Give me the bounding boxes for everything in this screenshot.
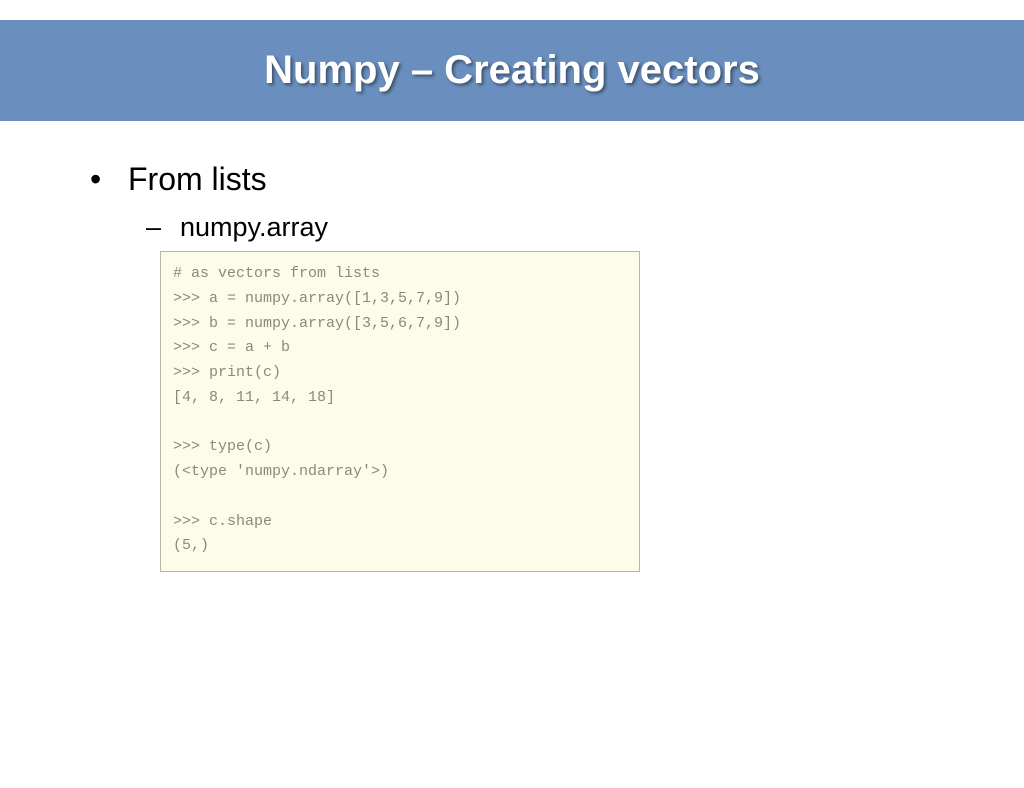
code-line: >>> b = numpy.array([3,5,6,7,9]) bbox=[173, 315, 461, 332]
code-line: >>> c.shape bbox=[173, 513, 272, 530]
code-block: # as vectors from lists >>> a = numpy.ar… bbox=[160, 251, 640, 572]
title-bar: Numpy – Creating vectors bbox=[0, 20, 1024, 121]
code-line: >>> print(c) bbox=[173, 364, 281, 381]
slide-title: Numpy – Creating vectors bbox=[0, 48, 1024, 93]
sub-bullet-text: numpy.array bbox=[180, 212, 328, 242]
code-line: >>> type(c) bbox=[173, 438, 272, 455]
slide-content: From lists numpy.array # as vectors from… bbox=[0, 121, 1024, 572]
code-line: [4, 8, 11, 14, 18] bbox=[173, 389, 335, 406]
bullet-text: From lists bbox=[128, 161, 267, 197]
sub-bullet-list: numpy.array bbox=[146, 212, 964, 243]
sub-bullet-numpy-array: numpy.array bbox=[146, 212, 964, 243]
code-line: >>> c = a + b bbox=[173, 339, 290, 356]
code-line: >>> a = numpy.array([1,3,5,7,9]) bbox=[173, 290, 461, 307]
code-line: (<type 'numpy.ndarray'>) bbox=[173, 463, 389, 480]
code-line: # as vectors from lists bbox=[173, 265, 380, 282]
bullet-item-from-lists: From lists numpy.array # as vectors from… bbox=[90, 161, 964, 572]
bullet-list: From lists numpy.array # as vectors from… bbox=[90, 161, 964, 572]
code-line: (5,) bbox=[173, 537, 209, 554]
